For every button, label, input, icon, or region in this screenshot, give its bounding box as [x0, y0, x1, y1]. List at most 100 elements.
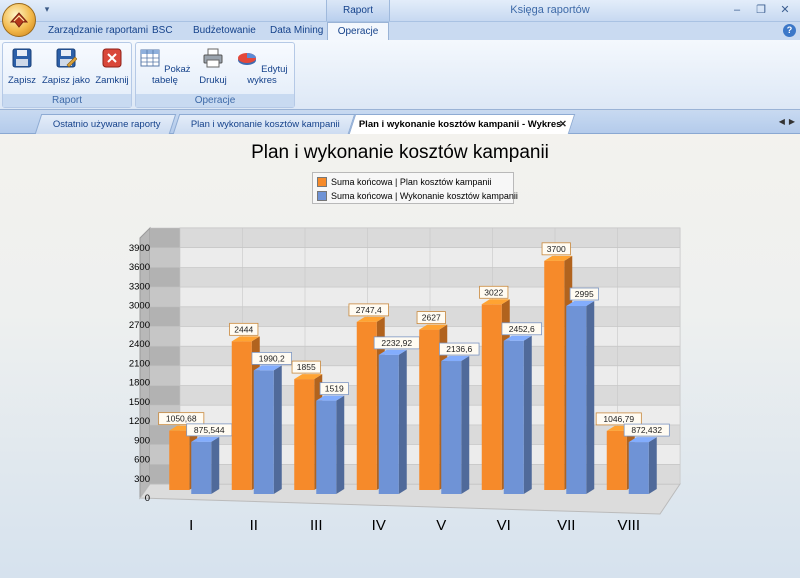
x-tick-label: I: [189, 517, 193, 534]
data-label: 2452,6: [509, 324, 535, 334]
title-bar: ▾ Raport Księga raportów – ❐ ✕: [0, 0, 800, 22]
group-raport: Zapisz Zapisz jako Zamknij Raport: [2, 42, 132, 108]
x-tick-label: VI: [497, 517, 511, 534]
minimize-icon[interactable]: –: [728, 2, 746, 18]
side-grid-band: [150, 306, 180, 327]
show-table-button[interactable]: Pokaż tabelę: [139, 47, 191, 86]
tab-bsc[interactable]: BSC: [146, 22, 179, 40]
y-tick-label: 3300: [129, 281, 150, 292]
save-as-button[interactable]: Zapisz jako: [41, 47, 91, 86]
x-tick-label: III: [310, 517, 323, 534]
side-grid-band: [150, 267, 180, 288]
chart-floor: [139, 483, 681, 515]
side-grid-band: [150, 365, 180, 386]
close-report-label: Zamknij: [95, 75, 129, 86]
bar-side-actual: [648, 437, 657, 494]
bar-side-actual: [523, 335, 532, 494]
data-label: 2995: [575, 289, 594, 299]
bar-side-actual: [461, 356, 470, 494]
bar-plan: [419, 329, 440, 490]
bar-actual: [191, 441, 212, 494]
tab-zarzadzanie-raportami[interactable]: Zarządzanie raportami: [42, 22, 154, 40]
floppy-disk-icon: [12, 48, 32, 68]
data-label: 1990,2: [259, 353, 285, 363]
data-label: 2232,92: [381, 338, 412, 348]
bar-plan: [606, 430, 627, 490]
edit-chart-button[interactable]: Edytuj wykres: [234, 47, 290, 86]
bar-plan: [169, 430, 190, 490]
side-grid-band: [150, 287, 180, 307]
tab-operacje[interactable]: Operacje: [327, 22, 389, 41]
tab-scroll-right-icon[interactable]: ▶: [789, 117, 795, 126]
data-label: 2136,6: [446, 344, 472, 354]
chart-panel: Plan i wykonanie kosztów kampanii Suma k…: [0, 134, 800, 578]
doc-tab-plan-chart[interactable]: Plan i wykonanie kosztów kampanii - Wykr…: [348, 114, 576, 134]
data-label: 3022: [484, 287, 503, 297]
save-button[interactable]: Zapisz: [7, 47, 37, 86]
bar-actual: [316, 400, 337, 494]
y-tick-label: 2400: [129, 339, 150, 350]
close-red-icon: [102, 48, 122, 68]
tab-scroll-arrows: ◀ ▶: [779, 117, 795, 126]
bar-side-actual: [273, 365, 282, 494]
doc-tab-recent-reports[interactable]: Ostatnio używane raporty: [34, 114, 177, 134]
data-label: 1855: [297, 362, 316, 372]
side-grid-band: [150, 346, 180, 366]
print-button[interactable]: Drukuj: [196, 47, 230, 86]
bar-actual: [628, 442, 649, 494]
x-tick-label: II: [250, 517, 258, 534]
quick-access-dropdown-icon[interactable]: ▾: [40, 4, 54, 18]
x-tick-label: VII: [557, 517, 575, 534]
data-label: 2627: [422, 313, 441, 323]
tab-scroll-left-icon[interactable]: ◀: [779, 117, 785, 126]
ribbon-panel: Zapisz Zapisz jako Zamknij Raport Pokaż …: [0, 40, 800, 110]
group-operacje: Pokaż tabelę Drukuj Edytuj wykres Operac…: [135, 42, 295, 108]
x-tick-label: VIII: [617, 517, 640, 534]
bar-side-actual: [336, 395, 345, 494]
y-tick-label: 600: [134, 455, 150, 466]
y-tick-label: 3000: [129, 301, 150, 312]
y-tick-label: 300: [134, 474, 150, 485]
save-label: Zapisz: [8, 75, 36, 86]
table-icon: [140, 49, 160, 67]
doc-tab-plan-chart-label: Plan i wykonanie kosztów kampanii - Wykr…: [358, 119, 562, 130]
printer-icon: [203, 48, 223, 68]
side-grid-band: [150, 247, 180, 268]
data-label: 875,544: [194, 425, 225, 435]
data-label: 2444: [234, 324, 253, 334]
bar-plan: [231, 341, 252, 490]
bar-chart: 0 300 600 900 1200 1500 1800 2100 2400 2700 3000 33…: [129, 226, 681, 534]
y-tick-label: 1800: [129, 378, 150, 389]
close-report-button[interactable]: Zamknij: [95, 47, 129, 86]
x-tick-label: V: [436, 517, 446, 534]
y-tick-label: 3900: [129, 243, 150, 254]
close-tab-icon[interactable]: ✕: [559, 115, 567, 134]
y-tick-label: 2100: [129, 358, 150, 369]
close-icon[interactable]: ✕: [776, 2, 794, 18]
x-tick-label: IV: [372, 517, 386, 534]
side-grid-band: [150, 228, 180, 248]
window-controls: – ❐ ✕: [728, 2, 794, 18]
ribbon-tabs: Zarządzanie raportami BSC Budżetowanie D…: [0, 22, 800, 41]
restore-icon[interactable]: ❐: [752, 2, 770, 18]
help-icon[interactable]: ?: [783, 24, 796, 37]
data-label: 1046,79: [603, 414, 634, 424]
window-title: Księga raportów: [510, 4, 590, 16]
group-label-operacje: Operacje: [136, 94, 294, 107]
y-tick-label: 2700: [129, 320, 150, 331]
doc-tab-plan-table-label: Plan i wykonanie kosztów kampanii: [190, 119, 340, 130]
y-tick-label: 3600: [129, 262, 150, 273]
y-tick-label: 1200: [129, 416, 150, 427]
application-menu-button[interactable]: [2, 3, 36, 37]
bar-actual: [441, 361, 462, 494]
tab-budzetowanie[interactable]: Budżetowanie: [187, 22, 262, 40]
data-label: 3700: [547, 244, 566, 254]
print-label: Drukuj: [199, 75, 227, 86]
bar-plan: [544, 260, 565, 490]
context-tab-raport: Raport: [326, 0, 390, 21]
doc-tab-plan-table[interactable]: Plan i wykonanie kosztów kampanii: [172, 114, 356, 134]
bar-actual: [253, 370, 274, 494]
app-logo-icon: [9, 12, 29, 28]
tab-data-mining[interactable]: Data Mining: [264, 22, 329, 40]
save-as-label: Zapisz jako: [41, 75, 91, 86]
